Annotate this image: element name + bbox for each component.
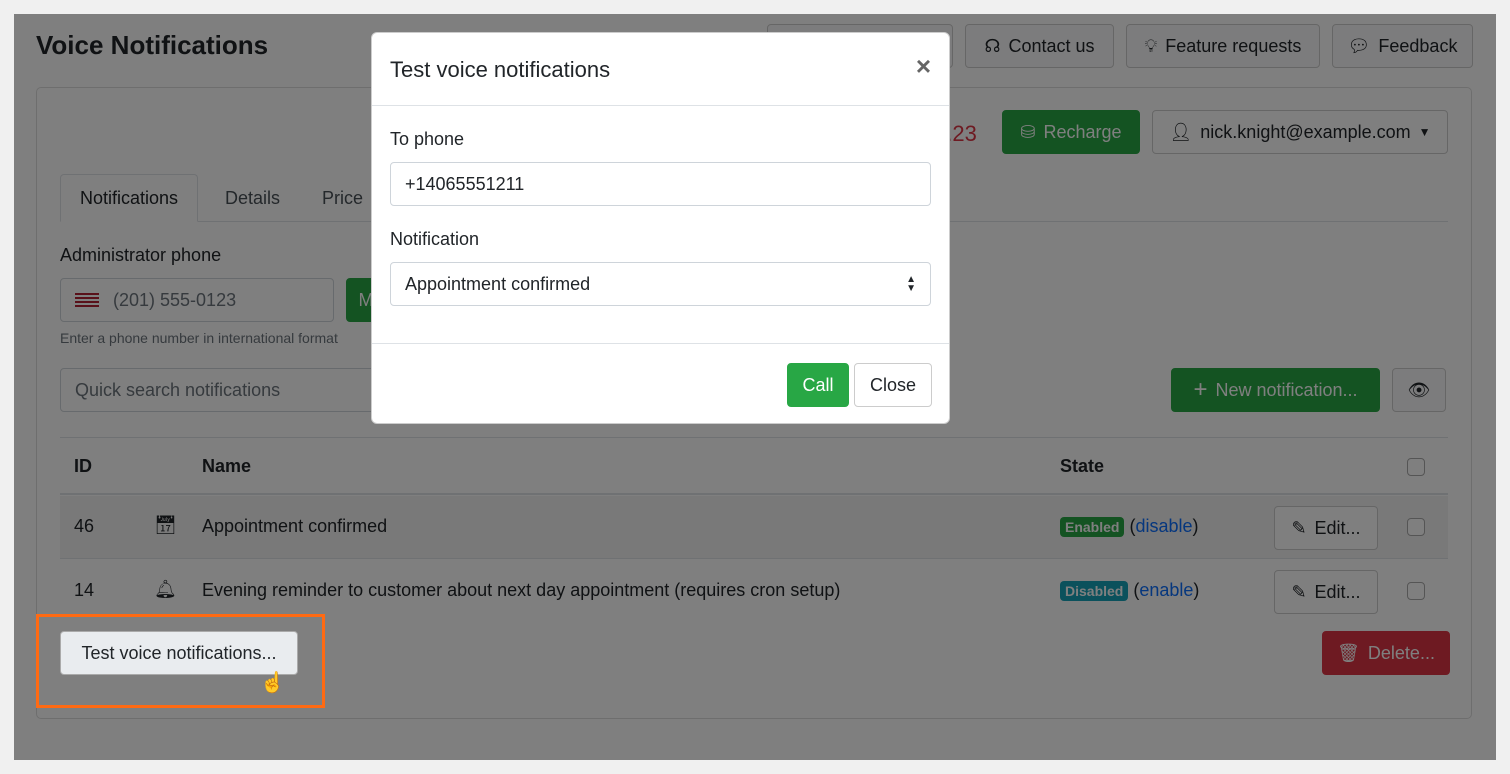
modal-footer-divider [372,343,949,344]
app-window: Voice Notifications ☊Contact us 💡︎Featur… [14,14,1496,760]
select-arrows-icon: ▲ ▼ [906,274,916,294]
to-phone-input[interactable]: +14065551211 [390,162,931,206]
modal-title: Test voice notifications [390,57,611,82]
modal-header-divider [372,105,949,106]
close-button[interactable]: Close [854,363,932,407]
notification-label: Notification [390,229,480,249]
to-phone-label: To phone [390,129,465,149]
test-voice-modal: Test voice notifications × To phone +140… [371,32,950,424]
close-icon[interactable]: × [916,51,931,82]
notification-selected: Appointment confirmed [405,273,591,294]
call-button[interactable]: Call [787,363,849,407]
test-voice-notifications-button[interactable]: Test voice notifications... [60,631,298,675]
notification-select[interactable]: Appointment confirmed ▲ ▼ [390,262,931,306]
cursor-hand-icon: ☝ [260,672,285,694]
